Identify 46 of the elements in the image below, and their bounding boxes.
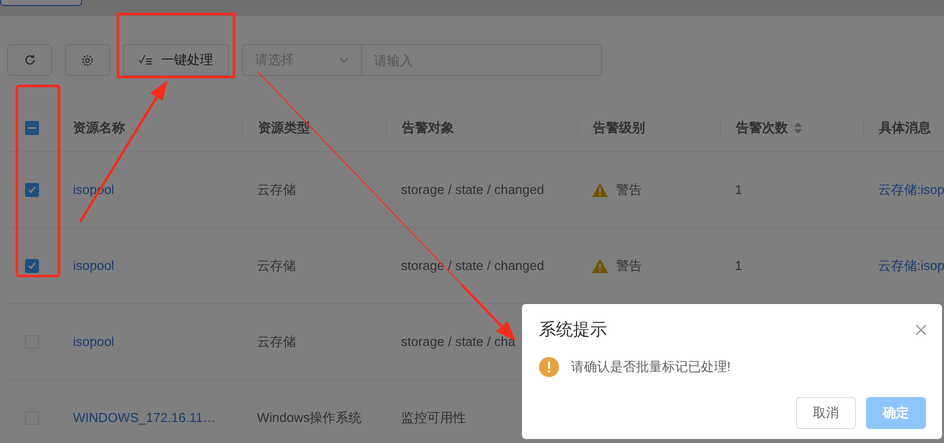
batch-process-button[interactable]: 一键处理 <box>123 44 229 76</box>
column-header: 资源类型 <box>258 118 310 136</box>
sort-icon[interactable] <box>794 122 802 134</box>
cancel-button[interactable]: 取消 <box>796 397 856 429</box>
settings-button[interactable] <box>65 44 110 76</box>
table-cell: 云存储 <box>257 256 296 274</box>
level-text: 警告 <box>616 180 642 198</box>
column-header: 资源名称 <box>73 118 125 136</box>
table-cell: storage / state / changed <box>401 258 544 273</box>
checkbox[interactable] <box>25 182 39 196</box>
column-header: 告警对象 <box>402 118 454 136</box>
resource-link[interactable]: isopool <box>73 334 114 349</box>
dialog-message: 请确认是否批量标记已处理! <box>571 358 731 376</box>
table-cell: 监控可用性 <box>401 408 466 426</box>
level-text: 警告 <box>616 256 642 274</box>
refresh-icon <box>24 54 36 66</box>
resource-link[interactable]: isopool <box>73 258 114 273</box>
check-icon <box>27 260 37 270</box>
table-cell: 1 <box>735 182 742 197</box>
message-link[interactable]: 云存储:isop <box>878 180 944 198</box>
resource-link[interactable]: WINDOWS_172.16.11… <box>73 410 216 425</box>
table-cell: storage / state / changed <box>401 182 544 197</box>
column-header: 告警级别 <box>593 118 645 136</box>
checklist-icon <box>139 55 153 65</box>
checkbox[interactable] <box>25 120 39 134</box>
close-icon[interactable] <box>916 324 926 334</box>
tab[interactable] <box>0 0 82 6</box>
column-header: 告警次数 <box>736 118 788 136</box>
chevron-icon <box>339 57 349 63</box>
dialog-title: 系统提示 <box>539 319 607 341</box>
table-cell: 云存储 <box>257 180 296 198</box>
warning-icon <box>592 182 608 196</box>
warning-icon <box>539 357 559 377</box>
settings-icon <box>81 54 94 66</box>
table-cell: storage / state / cha <box>401 334 516 349</box>
message-link[interactable]: 云存储:isop <box>878 256 944 274</box>
minus-icon <box>28 126 36 128</box>
confirm-button[interactable]: 确定 <box>866 397 926 429</box>
table-cell: 云存储 <box>257 332 296 350</box>
checkbox[interactable] <box>25 258 39 272</box>
table-cell: Windows操作系统 <box>257 408 362 426</box>
column-header: 具体消息 <box>879 118 931 136</box>
refresh-button[interactable] <box>7 44 52 76</box>
check-icon <box>27 184 37 194</box>
warning-icon <box>592 258 608 272</box>
table-cell: 1 <box>735 258 742 273</box>
